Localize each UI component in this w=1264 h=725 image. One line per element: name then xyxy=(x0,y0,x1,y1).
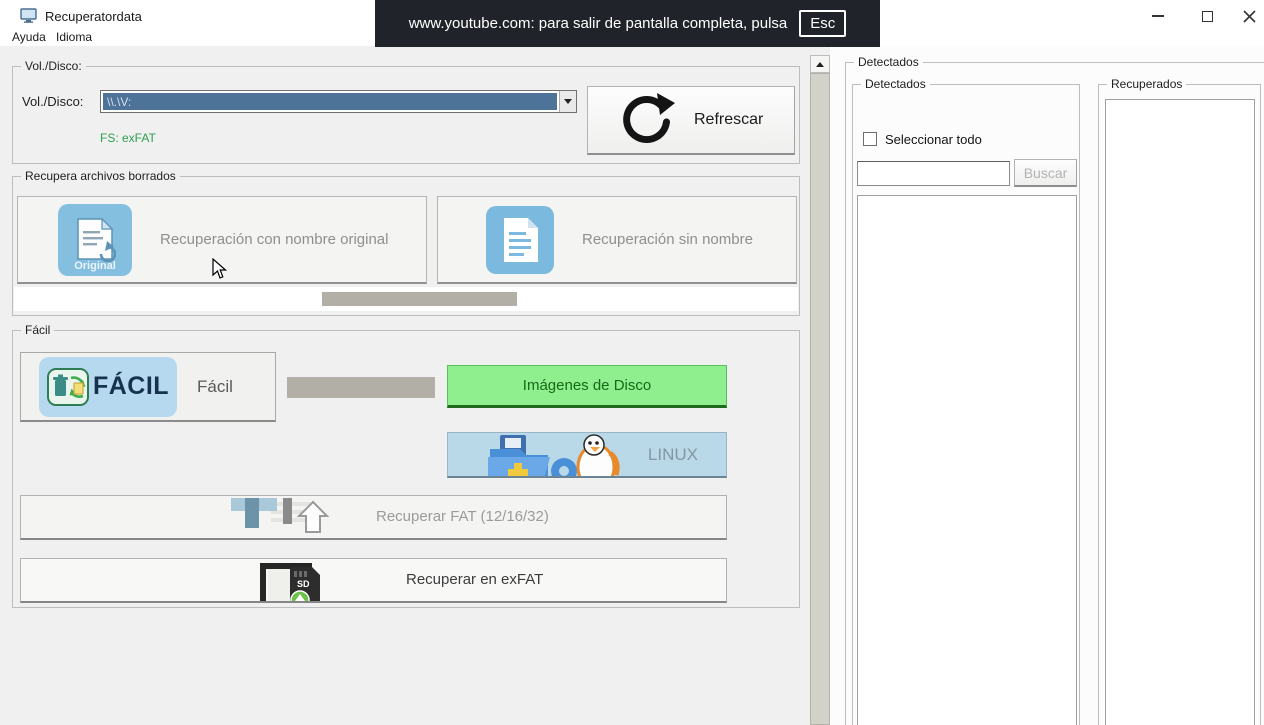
chevron-up-icon xyxy=(816,62,824,67)
scrollbar-thumb[interactable] xyxy=(810,73,830,725)
vertical-scrollbar[interactable] xyxy=(810,55,830,725)
menu-ayuda[interactable]: Ayuda xyxy=(8,28,50,46)
disk-images-button[interactable]: Imágenes de Disco xyxy=(447,365,727,408)
document-original-icon: Original xyxy=(58,204,132,276)
minimize-icon xyxy=(1152,15,1164,17)
chevron-down-icon xyxy=(564,99,572,104)
detected-panel-background: Detectados Detectados Seleccionar todo B… xyxy=(830,46,1264,725)
recycle-trash-icon xyxy=(47,368,89,406)
recovered-listbox[interactable] xyxy=(1105,99,1255,725)
refresh-button-label: Refrescar xyxy=(694,111,763,129)
menu-idioma[interactable]: Idioma xyxy=(52,28,96,46)
recover-exfat-button[interactable]: SD Recuperar en exFAT xyxy=(20,558,727,603)
volume-selected-value: \\.\V: xyxy=(103,93,557,110)
app-icon xyxy=(20,8,37,23)
refresh-icon xyxy=(618,91,676,149)
recover-original-name-label: Recuperación con nombre original xyxy=(160,231,388,248)
facil-small-label: Fácil xyxy=(197,377,233,397)
close-button[interactable] xyxy=(1234,2,1264,30)
fullscreen-banner: www.youtube.com: para salir de pantalla … xyxy=(375,0,880,47)
refresh-button[interactable]: Refrescar xyxy=(587,86,795,155)
group-detectados-outer-label: Detectados xyxy=(854,55,923,69)
group-facil-label: Fácil xyxy=(21,323,54,337)
combobox-dropdown-button[interactable] xyxy=(559,91,576,112)
window-title: Recuperatordata xyxy=(45,9,142,24)
detected-listbox[interactable] xyxy=(857,195,1077,725)
progress-bar xyxy=(322,292,517,306)
recover-no-name-label: Recuperación sin nombre xyxy=(582,231,753,248)
search-input[interactable] xyxy=(857,161,1010,186)
mouse-cursor-icon xyxy=(212,258,227,280)
sd-card-icon: SD xyxy=(256,559,346,602)
group-detectados-inner: Detectados Seleccionar todo Buscar xyxy=(852,84,1080,725)
sd-card-text: SD xyxy=(297,579,310,589)
recover-exfat-label: Recuperar en exFAT xyxy=(406,571,543,588)
disk-images-label: Imágenes de Disco xyxy=(523,377,651,394)
recover-no-name-button[interactable]: Recuperación sin nombre xyxy=(437,196,797,284)
recover-fat-button[interactable]: Recuperar FAT (12/16/32) xyxy=(20,495,727,540)
search-button-label: Buscar xyxy=(1024,165,1068,181)
group-recuperados-label: Recuperados xyxy=(1107,77,1186,91)
group-vol-disco-label: Vol./Disco: xyxy=(21,59,86,73)
close-icon xyxy=(1243,10,1256,23)
vol-disco-field-label: Vol./Disco: xyxy=(22,94,83,109)
progress-bar-facil xyxy=(287,377,435,398)
facil-big-label: FÁCIL xyxy=(93,372,169,401)
maximize-button[interactable] xyxy=(1192,2,1222,30)
select-all-label: Seleccionar todo xyxy=(885,132,982,147)
document-icon xyxy=(486,206,554,274)
select-all-checkbox[interactable] xyxy=(863,132,877,146)
original-icon-caption: Original xyxy=(58,260,132,272)
group-recover-deleted-label: Recupera archivos borrados xyxy=(21,169,180,183)
search-button[interactable]: Buscar xyxy=(1014,159,1077,187)
fat-recover-icon xyxy=(231,496,351,539)
filesystem-label: FS: exFAT xyxy=(100,131,156,145)
banner-text: www.youtube.com: para salir de pantalla … xyxy=(409,15,788,32)
recover-fat-label: Recuperar FAT (12/16/32) xyxy=(376,508,549,525)
group-detectados-inner-label: Detectados xyxy=(861,77,930,91)
maximize-icon xyxy=(1202,11,1213,22)
facil-icon-area: FÁCIL xyxy=(39,357,177,417)
scrollbar-up-button[interactable] xyxy=(810,55,830,73)
minimize-button[interactable] xyxy=(1143,2,1173,30)
group-recuperados: Recuperados xyxy=(1098,84,1261,725)
app-window: Recuperatordata Ayuda Idioma www.youtube… xyxy=(0,0,1264,725)
volume-combobox[interactable]: \\.\V: xyxy=(100,90,577,113)
linux-tux-illustration xyxy=(486,433,666,478)
linux-label: LINUX xyxy=(648,445,698,465)
facil-button[interactable]: FÁCIL Fácil xyxy=(20,352,276,422)
linux-button[interactable]: LINUX xyxy=(447,432,727,478)
esc-key-badge: Esc xyxy=(799,10,846,37)
